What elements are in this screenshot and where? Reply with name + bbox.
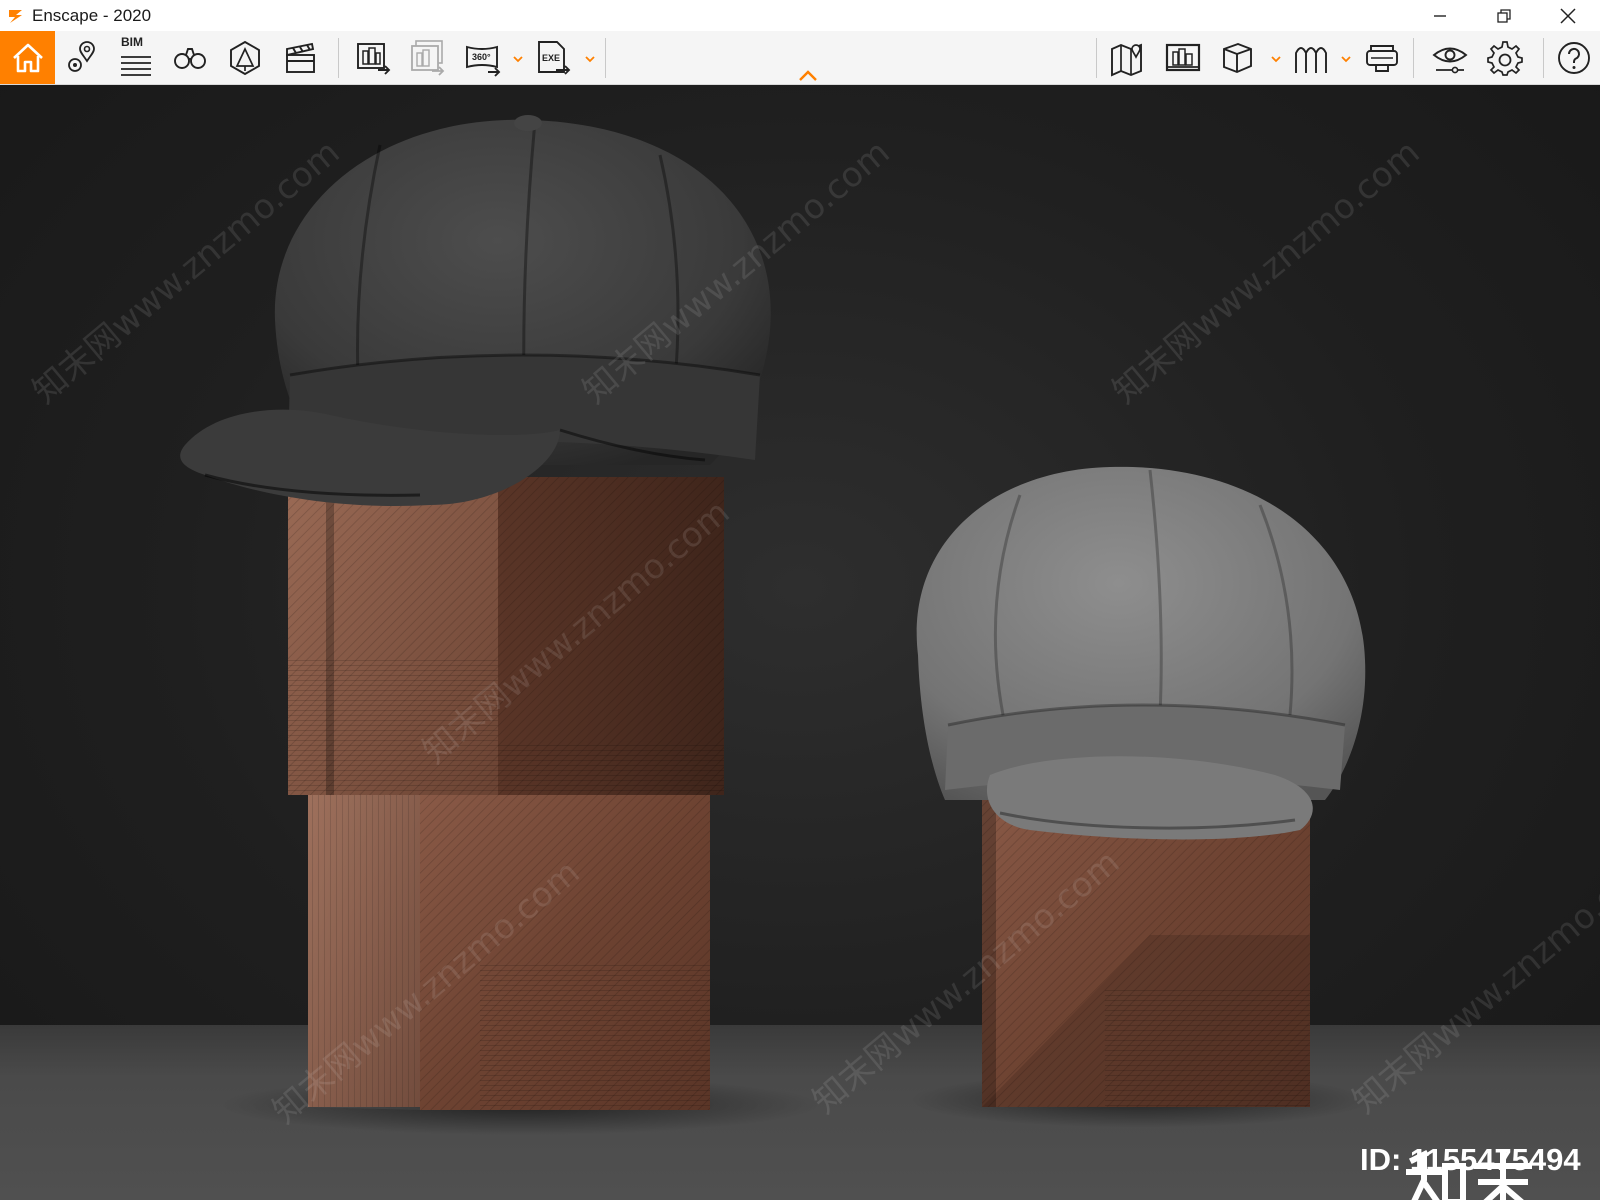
clapperboard-icon bbox=[286, 42, 315, 73]
chevron-down-icon[interactable] bbox=[584, 53, 596, 65]
general-settings-button[interactable] bbox=[1481, 34, 1529, 82]
chevron-down-icon[interactable] bbox=[1340, 53, 1352, 65]
gallery-icon bbox=[1165, 43, 1201, 72]
render-image-icon bbox=[357, 43, 391, 75]
collapse-toolbar-icon[interactable] bbox=[797, 68, 819, 84]
svg-text:EXE: EXE bbox=[542, 53, 560, 63]
batch-render-icon bbox=[411, 40, 445, 76]
bim-label: BIM bbox=[121, 35, 143, 49]
help-icon bbox=[1558, 42, 1590, 74]
panorama-button[interactable]: 360° bbox=[459, 34, 507, 82]
views-button[interactable] bbox=[58, 34, 106, 82]
export-exe-button[interactable]: EXE bbox=[529, 34, 577, 82]
toolbar-divider bbox=[1096, 38, 1097, 78]
enscape-logo-icon bbox=[5, 5, 27, 27]
help-button[interactable] bbox=[1550, 34, 1598, 82]
toolbar-divider bbox=[1543, 38, 1544, 78]
cube-icon bbox=[1223, 42, 1252, 74]
main-toolbar: BIM 360° EXE bbox=[0, 31, 1600, 85]
close-button[interactable] bbox=[1536, 0, 1600, 31]
close-icon bbox=[1560, 7, 1576, 24]
grey-newsboy-cap bbox=[916, 466, 1366, 840]
toolbar-divider bbox=[1413, 38, 1414, 78]
toolbar-divider bbox=[338, 38, 339, 78]
vr-headset-button[interactable] bbox=[1358, 34, 1406, 82]
walk-mode-button[interactable] bbox=[166, 34, 214, 82]
minimize-icon bbox=[1434, 14, 1446, 17]
restore-button[interactable] bbox=[1472, 0, 1536, 31]
asset-icon bbox=[230, 40, 260, 76]
svg-text:360°: 360° bbox=[472, 52, 491, 62]
binoculars-icon bbox=[174, 48, 206, 69]
restore-icon bbox=[1497, 8, 1511, 23]
vr-headset-icon bbox=[1366, 45, 1398, 72]
id-label: ID: 1155475494 bbox=[1360, 1142, 1581, 1177]
title-bar: Enscape - 2020 bbox=[0, 0, 1600, 31]
toolbar-divider bbox=[605, 38, 606, 78]
window-controls bbox=[1408, 0, 1600, 31]
render-viewport[interactable]: 知末网www.znzmo.com 知末网www.znzmo.com 知末网www… bbox=[0, 85, 1600, 1200]
render-image-button[interactable] bbox=[349, 34, 397, 82]
batch-render-button[interactable] bbox=[403, 34, 451, 82]
chevron-down-icon[interactable] bbox=[1270, 53, 1282, 65]
gear-icon bbox=[1487, 41, 1523, 76]
collaboration-button[interactable] bbox=[1287, 34, 1335, 82]
location-pin-icon bbox=[68, 41, 95, 72]
window-title: Enscape - 2020 bbox=[32, 5, 152, 25]
minimize-button[interactable] bbox=[1408, 0, 1472, 31]
map-icon bbox=[1111, 43, 1142, 77]
home-icon bbox=[12, 43, 43, 72]
map-button[interactable] bbox=[1104, 34, 1152, 82]
collaboration-icon bbox=[1295, 47, 1327, 73]
video-editor-button[interactable] bbox=[276, 34, 324, 82]
orthographic-view-button[interactable] bbox=[1213, 34, 1261, 82]
screenshot-gallery-button[interactable] bbox=[1159, 34, 1207, 82]
panorama-360-icon: 360° bbox=[466, 45, 501, 77]
eye-settings-icon bbox=[1432, 47, 1468, 74]
home-button[interactable] bbox=[0, 31, 55, 84]
chevron-down-icon[interactable] bbox=[512, 53, 524, 65]
export-exe-icon: EXE bbox=[538, 41, 571, 75]
asset-library-button[interactable] bbox=[221, 34, 269, 82]
visual-settings-button[interactable] bbox=[1426, 34, 1474, 82]
